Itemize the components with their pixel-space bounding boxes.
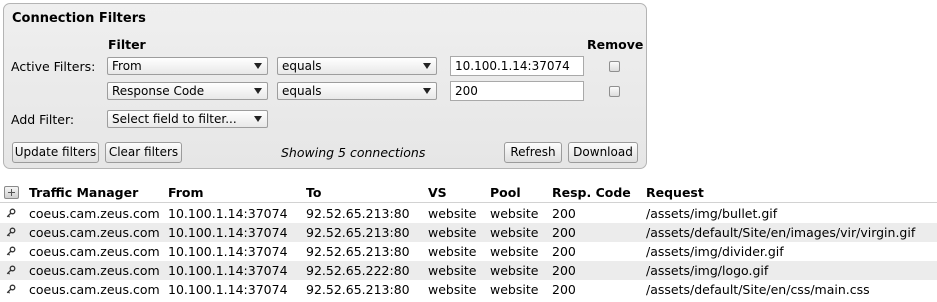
add-filter-label: Add Filter: — [11, 112, 75, 127]
filter-1-remove-checkbox[interactable] — [609, 61, 620, 72]
column-header-resp-code[interactable]: Resp. Code — [552, 185, 631, 200]
column-header-from[interactable]: From — [168, 185, 204, 200]
cell-vs: website — [428, 225, 477, 240]
cell-resp-code: 200 — [552, 263, 576, 278]
cell-from: 10.100.1.14:37074 — [168, 206, 288, 221]
chevron-down-icon — [254, 116, 262, 122]
cell-to: 92.52.65.213:80 — [306, 244, 410, 259]
table-row[interactable]: coeus.cam.zeus.com 10.100.1.14:37074 92.52… — [0, 223, 937, 242]
cell-traffic-manager: coeus.cam.zeus.com — [29, 244, 160, 259]
filter-column-header: Filter — [108, 37, 146, 52]
table-header-divider — [0, 202, 937, 203]
refresh-button[interactable]: Refresh — [504, 142, 562, 163]
table-row[interactable]: coeus.cam.zeus.com 10.100.1.14:37074 92.52… — [0, 204, 937, 223]
cell-request: /assets/default/Site/en/images/vir/virgi… — [646, 225, 916, 240]
clear-filters-button[interactable]: Clear filters — [105, 142, 182, 163]
chevron-down-icon — [254, 88, 262, 94]
download-button[interactable]: Download — [568, 142, 638, 163]
table-row[interactable]: coeus.cam.zeus.com 10.100.1.14:37074 92.52… — [0, 261, 937, 280]
cell-request: /assets/img/divider.gif — [646, 244, 784, 259]
filter-2-operator-value: equals — [282, 84, 322, 98]
cell-from: 10.100.1.14:37074 — [168, 244, 288, 259]
filter-2-operator-select[interactable]: equals — [277, 82, 437, 100]
column-header-pool[interactable]: Pool — [490, 185, 521, 200]
cell-to: 92.52.65.213:80 — [306, 282, 410, 297]
key-icon[interactable] — [6, 265, 16, 275]
cell-from: 10.100.1.14:37074 — [168, 263, 288, 278]
cell-traffic-manager: coeus.cam.zeus.com — [29, 206, 160, 221]
cell-pool: website — [490, 244, 539, 259]
cell-to: 92.52.65.213:80 — [306, 206, 410, 221]
key-icon[interactable] — [6, 227, 16, 237]
cell-resp-code: 200 — [552, 244, 576, 259]
column-header-to[interactable]: To — [306, 185, 321, 200]
cell-traffic-manager: coeus.cam.zeus.com — [29, 282, 160, 297]
chevron-down-icon — [254, 63, 262, 69]
table-row[interactable]: coeus.cam.zeus.com 10.100.1.14:37074 92.52… — [0, 280, 937, 299]
cell-request: /assets/img/logo.gif — [646, 263, 769, 278]
cell-vs: website — [428, 282, 477, 297]
add-filter-select[interactable]: Select field to filter... — [107, 110, 268, 128]
connection-filters-panel: Connection Filters Filter Remove Active … — [3, 3, 647, 169]
chevron-down-icon — [423, 88, 431, 94]
cell-from: 10.100.1.14:37074 — [168, 225, 288, 240]
cell-pool: website — [490, 206, 539, 221]
filter-2-value-input[interactable]: 200 — [450, 81, 584, 101]
connection-count-status: Showing 5 connections — [281, 145, 426, 160]
filter-2-remove-checkbox[interactable] — [609, 86, 620, 97]
filter-1-field-select[interactable]: From — [107, 57, 268, 75]
active-filters-label: Active Filters: — [11, 59, 96, 74]
filter-1-operator-value: equals — [282, 59, 322, 73]
table-row[interactable]: coeus.cam.zeus.com 10.100.1.14:37074 92.52… — [0, 242, 937, 261]
cell-resp-code: 200 — [552, 225, 576, 240]
cell-vs: website — [428, 244, 477, 259]
cell-traffic-manager: coeus.cam.zeus.com — [29, 225, 160, 240]
cell-pool: website — [490, 263, 539, 278]
cell-pool: website — [490, 225, 539, 240]
cell-from: 10.100.1.14:37074 — [168, 282, 288, 297]
key-icon[interactable] — [6, 208, 16, 218]
cell-vs: website — [428, 263, 477, 278]
cell-vs: website — [428, 206, 477, 221]
filter-2-field-value: Response Code — [112, 84, 205, 98]
cell-resp-code: 200 — [552, 206, 576, 221]
add-filter-placeholder: Select field to filter... — [112, 112, 237, 126]
filter-2-field-select[interactable]: Response Code — [107, 82, 268, 100]
column-header-traffic-manager[interactable]: Traffic Manager — [29, 185, 138, 200]
cell-resp-code: 200 — [552, 282, 576, 297]
cell-traffic-manager: coeus.cam.zeus.com — [29, 263, 160, 278]
column-header-vs[interactable]: VS — [428, 185, 447, 200]
filter-1-field-value: From — [112, 59, 142, 73]
cell-pool: website — [490, 282, 539, 297]
filter-1-value-input[interactable]: 10.100.1.14:37074 — [450, 56, 584, 76]
key-icon[interactable] — [6, 284, 16, 294]
update-filters-button[interactable]: Update filters — [12, 142, 99, 163]
cell-to: 92.52.65.213:80 — [306, 225, 410, 240]
key-icon[interactable] — [6, 246, 16, 256]
remove-column-header: Remove — [587, 37, 644, 52]
filter-1-operator-select[interactable]: equals — [277, 57, 437, 75]
column-header-request[interactable]: Request — [646, 185, 704, 200]
cell-request: /assets/default/Site/en/css/main.css — [646, 282, 870, 297]
cell-to: 92.52.65.222:80 — [306, 263, 410, 278]
panel-title: Connection Filters — [12, 11, 146, 26]
cell-request: /assets/img/bullet.gif — [646, 206, 778, 221]
chevron-down-icon — [423, 63, 431, 69]
plus-icon[interactable] — [4, 186, 19, 199]
